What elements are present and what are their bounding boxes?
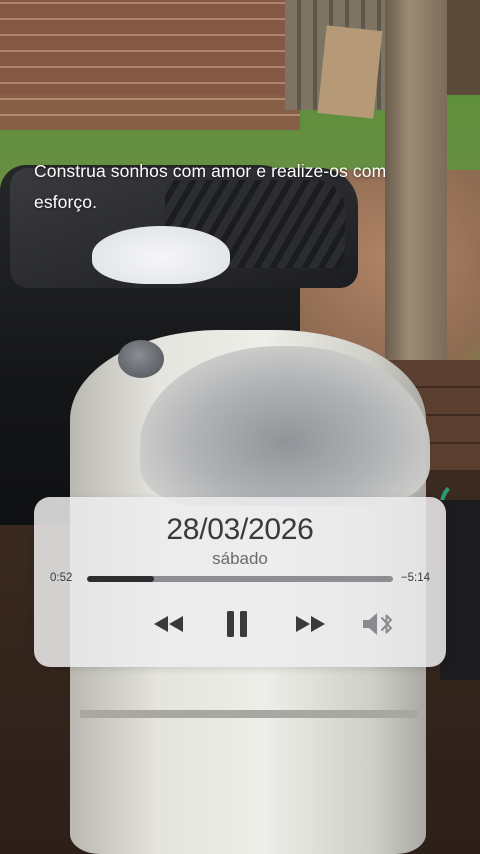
progress-fill — [87, 576, 154, 582]
track-title-date: 28/03/2026 — [166, 513, 314, 546]
media-player-card: 28/03/2026 sábado 0:52 −5:14 — [34, 497, 446, 667]
track-subtitle-weekday: sábado — [212, 549, 268, 568]
elapsed-time: 0:52 — [50, 572, 73, 584]
motivational-quote: Construa sonhos com amor e realize-os co… — [34, 161, 387, 212]
rewind-button[interactable] — [151, 611, 187, 637]
bluetooth-speaker-icon — [363, 613, 392, 635]
lock-screen: Construa sonhos com amor e realize-os co… — [0, 0, 480, 854]
pause-icon — [227, 611, 247, 637]
pause-button[interactable] — [222, 608, 252, 640]
progress-scrubber[interactable] — [87, 576, 393, 582]
remaining-time: −5:14 — [400, 572, 430, 584]
rewind-icon — [154, 616, 183, 632]
fast-forward-button[interactable] — [292, 611, 328, 637]
audio-output-button[interactable] — [360, 609, 396, 639]
fast-forward-icon — [296, 616, 325, 632]
